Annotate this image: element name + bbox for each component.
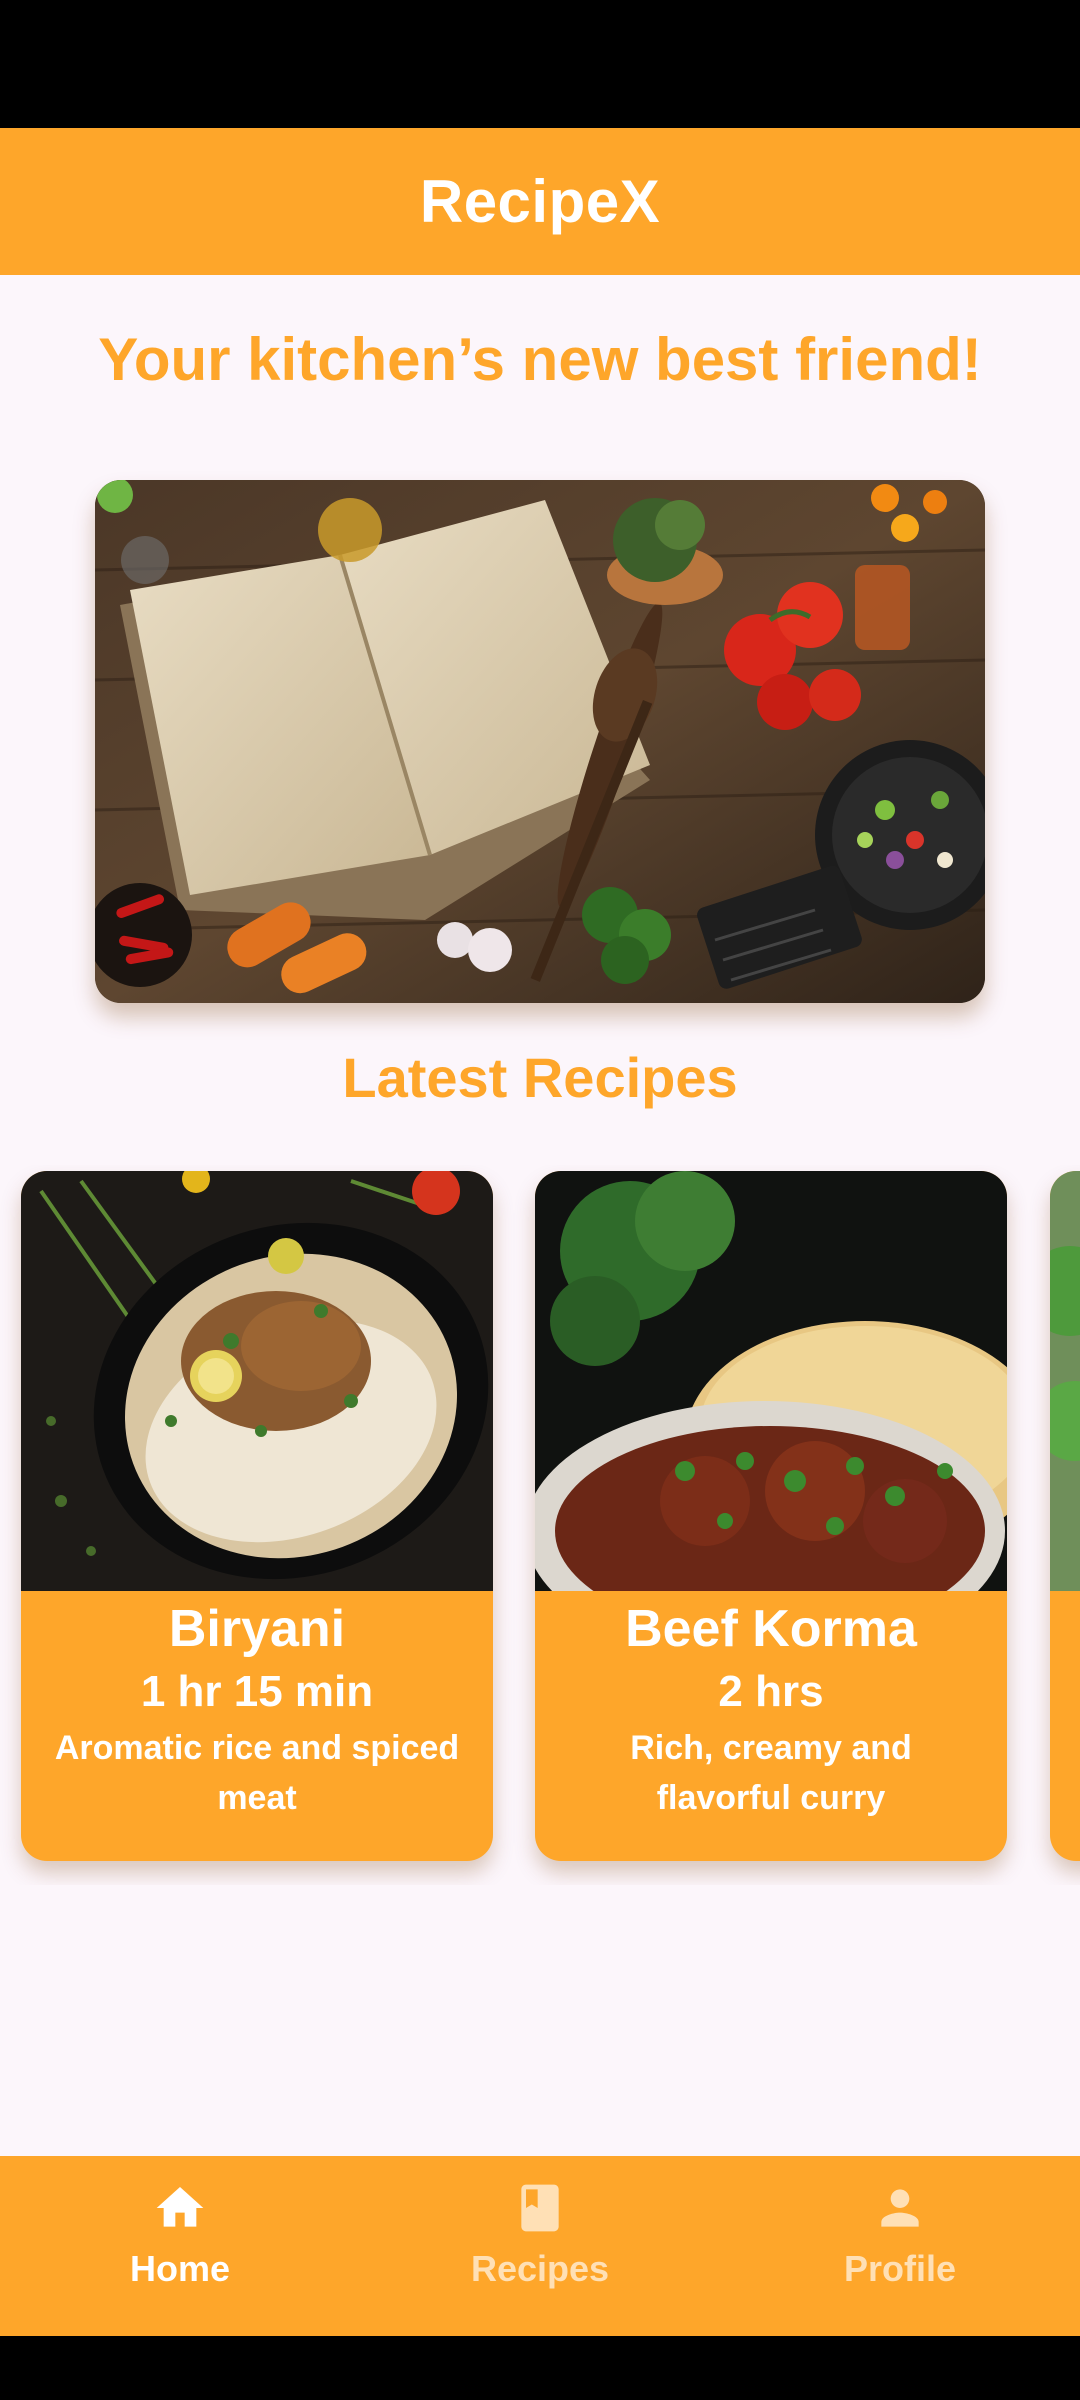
recipe-description: Aromatic rice and spiced meat xyxy=(54,1729,460,1817)
recipe-card-biryani[interactable]: Biryani 1 hr 15 min Aromatic rice and sp… xyxy=(21,1171,493,1861)
recipe-name: Beef Korma xyxy=(625,1600,917,1658)
recipe-card-partial[interactable] xyxy=(1050,1171,1080,1861)
cookbook-table-illustration xyxy=(95,480,985,1003)
recipe-time: 1 hr 15 min xyxy=(140,1667,374,1716)
bottom-navigation: Home Recipes Profile xyxy=(0,2156,1080,2336)
status-bar xyxy=(0,0,1080,128)
nav-profile-label: Profile xyxy=(843,2248,957,2289)
app-title: RecipeX xyxy=(419,168,661,235)
person-icon xyxy=(881,2189,919,2227)
nav-home-label: Home xyxy=(129,2248,231,2289)
biryani-photo xyxy=(21,1171,493,1591)
app-bar: RecipeX xyxy=(0,128,1080,275)
latest-recipes-title: Latest Recipes xyxy=(342,1046,738,1109)
nav-recipes[interactable]: Recipes xyxy=(360,2156,720,2336)
nav-recipes-label: Recipes xyxy=(470,2248,610,2289)
book-icon xyxy=(521,2184,559,2232)
nav-profile[interactable]: Profile xyxy=(720,2156,1080,2336)
recipe-description: Rich, creamy and flavorful curry xyxy=(630,1729,912,1817)
home-icon xyxy=(156,2187,204,2227)
system-navigation-bar xyxy=(0,2336,1080,2400)
recipes-carousel[interactable]: Biryani 1 hr 15 min Aromatic rice and sp… xyxy=(0,1165,1080,1885)
tagline: Your kitchen’s new best friend! xyxy=(98,326,982,393)
nav-home[interactable]: Home xyxy=(0,2156,360,2336)
beef-korma-photo xyxy=(535,1171,1007,1591)
recipe-card-beef-korma[interactable]: Beef Korma 2 hrs Rich, creamy and flavor… xyxy=(535,1171,1007,1861)
recipe-time: 2 hrs xyxy=(718,1667,824,1716)
recipe-photo-partial xyxy=(1050,1171,1080,1591)
recipe-name: Biryani xyxy=(168,1600,346,1658)
hero-image xyxy=(95,480,985,1003)
